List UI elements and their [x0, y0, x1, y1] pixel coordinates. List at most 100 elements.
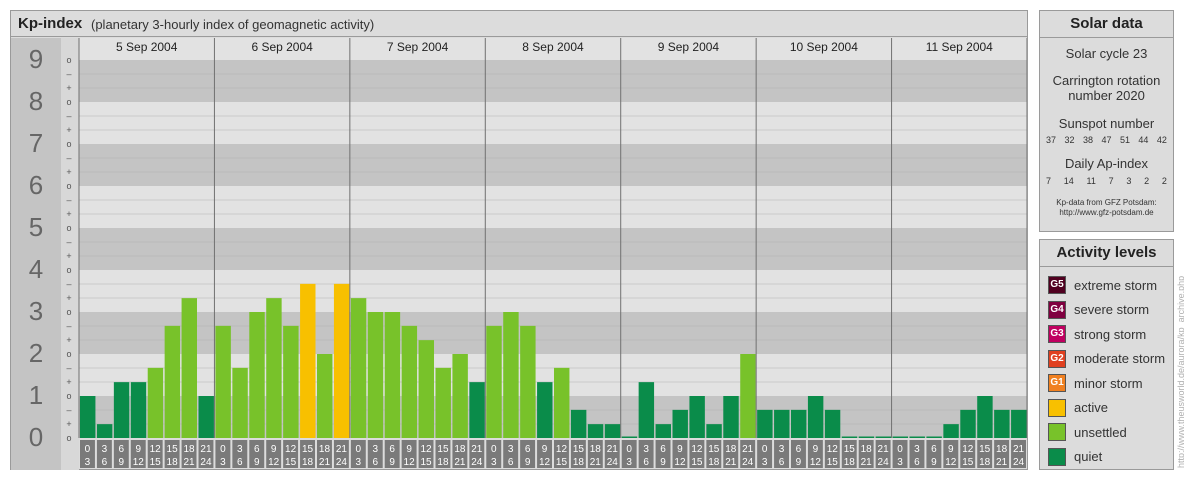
- kp-bar: [80, 396, 96, 438]
- kp-bar: [537, 382, 553, 438]
- hour-end-label: 15: [556, 457, 568, 468]
- kp-bar: [977, 396, 993, 438]
- hour-end-label: 9: [119, 457, 125, 468]
- kp-bar: [892, 436, 908, 438]
- hour-end-label: 9: [525, 457, 531, 468]
- ap-value: 2: [1161, 176, 1167, 186]
- kp-bar: [994, 409, 1010, 438]
- hour-start-label: 6: [119, 444, 125, 455]
- hour-start-label: 3: [643, 444, 649, 455]
- kp-band: [79, 186, 1027, 228]
- kp-bar: [469, 382, 485, 438]
- hour-end-label: 3: [626, 457, 632, 468]
- legend-label: extreme storm: [1074, 277, 1158, 293]
- chart-subtitle: (planetary 3-hourly index of geomagnetic…: [91, 17, 375, 32]
- legend-label: moderate storm: [1074, 351, 1166, 366]
- y-minor-tick-label: –: [66, 69, 71, 79]
- activity-levels-panel: Activity levels G5 extreme storm G4 severe …: [1039, 239, 1174, 470]
- day-label: 10 Sep 2004: [790, 40, 858, 54]
- hour-start-label: 12: [962, 444, 974, 455]
- hour-start-label: 0: [356, 444, 362, 455]
- ap-values: 7 14 11 7 3 2 2: [1040, 176, 1173, 186]
- kp-bar: [266, 298, 282, 438]
- kp-bar: [858, 436, 875, 438]
- day-label: 6 Sep 2004: [251, 40, 313, 54]
- kp-bar: [164, 325, 181, 438]
- kp-bar: [317, 354, 333, 438]
- kp-bar: [638, 382, 655, 438]
- y-minor-tick-label: +: [66, 209, 71, 219]
- hour-end-label: 24: [1013, 457, 1025, 468]
- legend-label: minor storm: [1074, 375, 1143, 391]
- hour-end-label: 18: [167, 457, 179, 468]
- kp-bar: [147, 367, 164, 438]
- legend-item: G1 minor storm: [1048, 374, 1143, 392]
- hour-end-label: 24: [878, 457, 890, 468]
- day-label: 11 Sep 2004: [926, 40, 993, 54]
- hour-end-label: 3: [85, 457, 91, 468]
- hour-start-label: 6: [931, 444, 937, 455]
- sunspot-value: 47: [1101, 135, 1112, 145]
- hour-start-label: 12: [691, 444, 703, 455]
- kp-bar: [384, 312, 401, 438]
- hour-start-label: 9: [677, 444, 683, 455]
- sunspot-values: 37 32 38 47 51 44 42: [1040, 135, 1173, 145]
- day-label: 7 Sep 2004: [387, 40, 449, 54]
- hour-end-label: 24: [336, 457, 348, 468]
- kp-bar: [435, 367, 451, 438]
- kp-bar: [706, 424, 722, 438]
- ap-value: 11: [1086, 176, 1096, 186]
- hour-start-label: 0: [220, 444, 226, 455]
- hour-start-label: 6: [525, 444, 531, 455]
- legend-item: active: [1048, 398, 1108, 417]
- y-minor-tick-label: –: [66, 405, 71, 415]
- hour-end-label: 15: [420, 457, 432, 468]
- hour-end-label: 12: [133, 457, 145, 468]
- hour-start-label: 12: [827, 444, 839, 455]
- hour-end-label: 24: [471, 457, 483, 468]
- kp-bar: [655, 424, 671, 438]
- kp-bar: [960, 409, 976, 438]
- y-minor-tick-label: +: [66, 335, 71, 345]
- hour-start-label: 18: [319, 444, 331, 455]
- source-line-1: Kp-data from GFZ Potsdam:: [1056, 198, 1157, 207]
- y-minor-tick-label: o: [66, 433, 71, 443]
- hour-end-label: 24: [742, 457, 754, 468]
- kp-bar: [774, 409, 790, 438]
- hour-start-label: 15: [437, 444, 449, 455]
- y-minor-tick-label: –: [66, 363, 71, 373]
- kp-bar: [1011, 409, 1027, 438]
- hour-end-label: 15: [285, 457, 297, 468]
- kp-bar: [232, 367, 248, 438]
- hour-end-label: 6: [914, 457, 920, 468]
- hour-start-label: 12: [420, 444, 432, 455]
- solar-cycle: Solar cycle 23: [1065, 46, 1148, 61]
- hour-start-label: 0: [491, 444, 497, 455]
- hour-end-label: 18: [979, 457, 991, 468]
- kp-bar: [503, 312, 519, 438]
- hour-end-label: 21: [183, 457, 195, 468]
- hour-end-label: 3: [356, 457, 362, 468]
- hour-start-label: 9: [271, 444, 277, 455]
- kp-bar: [283, 325, 299, 438]
- hour-start-label: 3: [779, 444, 785, 455]
- kp-bar: [452, 354, 468, 438]
- hour-start-label: 9: [813, 444, 819, 455]
- hour-end-label: 9: [796, 457, 802, 468]
- legend-label: severe storm: [1074, 302, 1150, 317]
- kp-band: [79, 144, 1027, 186]
- hour-start-label: 0: [762, 444, 768, 455]
- kp-bar: [875, 436, 892, 438]
- hour-end-label: 3: [220, 457, 226, 468]
- hour-start-label: 12: [556, 444, 568, 455]
- legend-item: unsettled: [1048, 423, 1127, 441]
- y-tick-label: 2: [29, 338, 43, 368]
- hour-start-label: 3: [372, 444, 378, 455]
- sunspot-title: Sunspot number: [1058, 116, 1155, 131]
- hour-start-label: 12: [285, 444, 297, 455]
- kp-bar: [587, 424, 604, 438]
- kp-bar: [418, 340, 434, 438]
- kp-bar: [740, 354, 756, 438]
- source-link[interactable]: http://www.gfz-potsdam.de: [1040, 208, 1173, 218]
- hour-end-label: 12: [404, 457, 416, 468]
